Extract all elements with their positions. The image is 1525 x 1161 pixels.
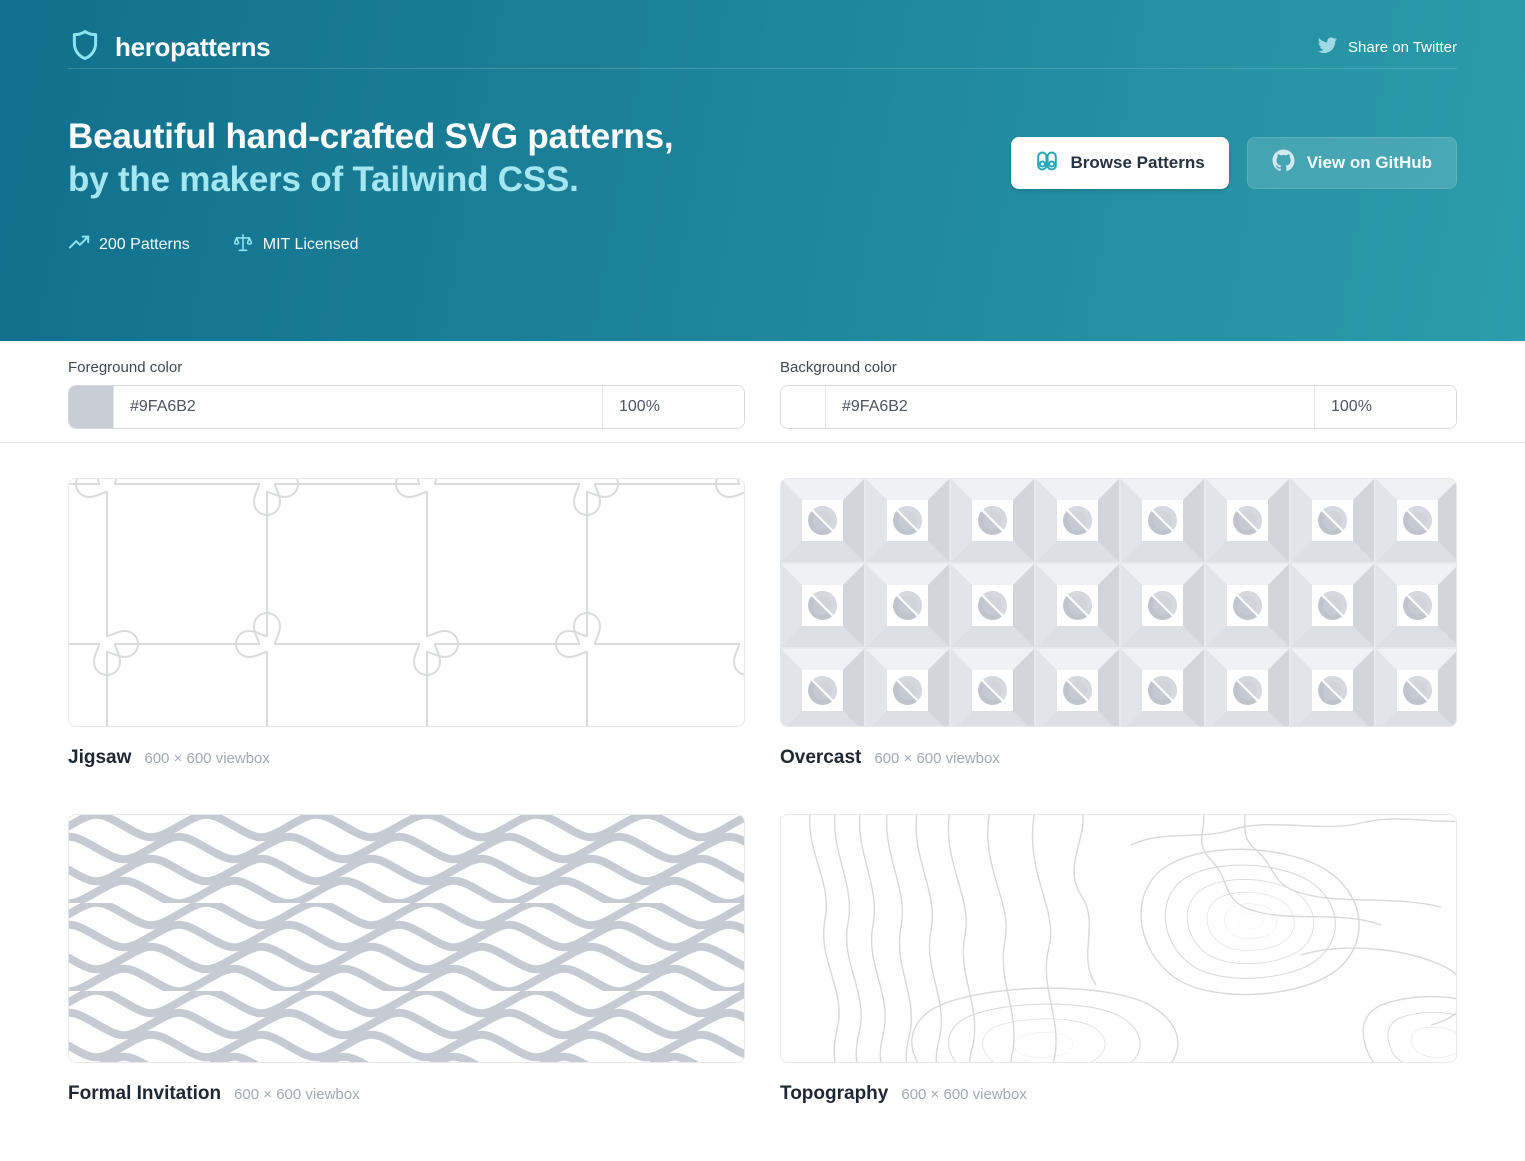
headline-line1: Beautiful hand-crafted SVG patterns, [68,115,673,158]
brand[interactable]: heropatterns [68,28,270,67]
pattern-viewbox-meta: 600 × 600 viewbox [901,1086,1027,1103]
pattern-caption: Formal Invitation 600 × 600 viewbox [68,1083,745,1105]
pattern-viewbox-meta: 600 × 600 viewbox [234,1086,360,1103]
background-opacity-input[interactable] [1314,386,1456,428]
view-on-github-button[interactable]: View on GitHub [1247,137,1457,189]
button-label: Browse Patterns [1071,153,1205,173]
scales-icon [232,232,254,259]
color-controls: Foreground color Background color [0,341,1525,443]
hero-actions: Browse Patterns View on GitHub [1011,69,1457,189]
background-hex-input[interactable] [826,386,1314,428]
shield-icon [68,28,102,67]
pattern-preview-overcast[interactable] [780,478,1457,727]
pattern-name: Jigsaw [68,747,131,769]
binoculars-icon [1035,149,1059,178]
foreground-color-label: Foreground color [68,359,745,376]
button-label: View on GitHub [1307,153,1432,173]
pattern-cell-topography: Topography 600 × 600 viewbox [780,814,1457,1115]
pattern-cell-overcast: Overcast 600 × 600 viewbox [780,478,1457,779]
background-color-control: Background color [780,359,1457,442]
background-color-label: Background color [780,359,1457,376]
share-label: Share on Twitter [1348,39,1457,56]
background-color-swatch[interactable] [781,386,826,428]
background-input-group [780,385,1457,429]
twitter-icon [1317,35,1338,60]
pattern-preview-formal-invitation[interactable] [68,814,745,1063]
pattern-viewbox-meta: 600 × 600 viewbox [874,750,1000,767]
stat-label: MIT Licensed [263,236,359,254]
stat-pattern-count: 200 Patterns [68,232,190,259]
pattern-caption: Jigsaw 600 × 600 viewbox [68,747,745,769]
headline-line2: by the makers of Tailwind CSS. [68,158,673,201]
pattern-cell-jigsaw: Jigsaw 600 × 600 viewbox [68,478,745,779]
pattern-cell-formal-invitation: Formal Invitation 600 × 600 viewbox [68,814,745,1115]
trending-up-icon [68,232,90,259]
header: heropatterns Share on Twitter Beautiful … [0,0,1525,341]
pattern-name: Overcast [780,747,861,769]
stat-license: MIT Licensed [232,232,359,259]
pattern-caption: Overcast 600 × 600 viewbox [780,747,1457,769]
share-on-twitter-link[interactable]: Share on Twitter [1317,35,1457,60]
pattern-grid: Jigsaw 600 × 600 viewbox [0,443,1525,1115]
nav-bar: heropatterns Share on Twitter [68,0,1457,68]
pattern-name: Formal Invitation [68,1083,221,1105]
pattern-viewbox-meta: 600 × 600 viewbox [144,750,270,767]
foreground-hex-input[interactable] [114,386,602,428]
brand-name: heropatterns [115,32,270,63]
foreground-opacity-input[interactable] [602,386,744,428]
pattern-preview-jigsaw[interactable] [68,478,745,727]
foreground-color-control: Foreground color [68,359,745,442]
github-icon [1272,149,1295,177]
pattern-preview-topography[interactable] [780,814,1457,1063]
page-title: Beautiful hand-crafted SVG patterns, by … [68,115,673,202]
hero: Beautiful hand-crafted SVG patterns, by … [68,69,1457,259]
hero-text: Beautiful hand-crafted SVG patterns, by … [68,69,673,259]
page: heropatterns Share on Twitter Beautiful … [0,0,1525,1161]
pattern-caption: Topography 600 × 600 viewbox [780,1083,1457,1105]
foreground-input-group [68,385,745,429]
stats-row: 200 Patterns MIT Licensed [68,232,673,259]
stat-label: 200 Patterns [99,236,190,254]
foreground-color-swatch[interactable] [69,386,114,428]
browse-patterns-button[interactable]: Browse Patterns [1011,137,1229,189]
pattern-name: Topography [780,1083,888,1105]
